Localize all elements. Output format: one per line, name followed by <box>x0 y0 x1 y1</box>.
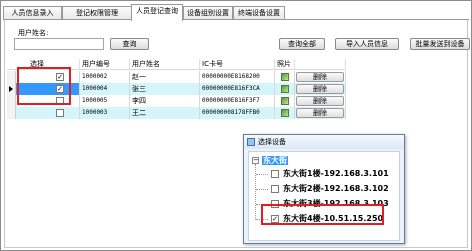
dialog-titlebar[interactable]: 选择设备 <box>244 135 404 149</box>
tab-device-groups[interactable]: 设备组别设置 <box>183 6 233 20</box>
device-tree: − 东大街 东大街1楼-192.168.3.101 东大街2楼-192.168.… <box>248 151 400 241</box>
user-id-cell: 1000004 <box>80 83 130 95</box>
delete-button[interactable]: 删除 <box>296 84 344 94</box>
tab-register-permissions[interactable]: 登记权限管理 <box>62 6 132 20</box>
photo-icon[interactable] <box>281 85 289 93</box>
device-checkbox[interactable] <box>271 170 279 178</box>
tree-connector <box>256 174 268 175</box>
tab-terminal-devices[interactable]: 终端设备设置 <box>233 6 285 20</box>
collapse-icon[interactable]: − <box>252 157 259 164</box>
delete-cell: 删除 <box>295 83 346 95</box>
tree-connector <box>255 164 256 220</box>
tree-root-node[interactable]: 东大街 <box>262 155 288 166</box>
user-id-cell: 1000003 <box>80 107 130 119</box>
user-id-cell: 1000005 <box>80 95 130 107</box>
tab-person-query[interactable]: 人员登记查询 <box>131 4 183 21</box>
row-header[interactable] <box>7 71 16 83</box>
query-button[interactable]: 查询 <box>110 38 149 50</box>
table-row[interactable]: 1000003 王二 000000008178FFB0 删除 <box>7 107 346 119</box>
highlight-box <box>261 204 384 225</box>
highlight-box <box>17 67 71 105</box>
user-name-input[interactable] <box>14 38 104 50</box>
window-icon <box>247 138 255 146</box>
batch-send-button[interactable]: 批量发送到设备 <box>410 38 470 50</box>
tab-strip: 人员信息录入 登记权限管理 人员登记查询 设备组别设置 终端设备设置 <box>3 4 469 21</box>
select-cell <box>16 107 80 119</box>
user-name-label: 用户姓名: <box>18 29 49 37</box>
select-device-dialog: 选择设备 − 东大街 东大街1楼-192.168.3.101 东大街2楼-192… <box>243 134 405 244</box>
row-header[interactable] <box>7 83 16 95</box>
query-all-button[interactable]: 查询全部 <box>279 38 325 50</box>
col-action <box>295 59 346 69</box>
col-ic-card: IC卡号 <box>200 59 275 69</box>
user-name-cell: 张三 <box>130 83 200 95</box>
col-user-name: 用户姓名 <box>130 59 200 69</box>
device-checkbox[interactable] <box>271 185 279 193</box>
delete-button[interactable]: 删除 <box>296 72 344 82</box>
col-user-id: 用户编号 <box>80 59 130 69</box>
tree-device-node[interactable]: 东大街1楼-192.168.3.101 <box>283 168 389 179</box>
delete-cell: 删除 <box>295 95 346 107</box>
col-photo: 照片 <box>275 59 295 69</box>
row-header[interactable] <box>7 107 16 119</box>
tree-device-node[interactable]: 东大街2楼-192.168.3.102 <box>283 183 389 194</box>
ic-card-cell: 00000000E816F3CA <box>200 83 275 95</box>
photo-cell <box>275 95 295 107</box>
ic-card-cell: 000000008178FFB0 <box>200 107 275 119</box>
ic-card-cell: 00000000E8168200 <box>200 71 275 83</box>
delete-cell: 删除 <box>295 107 346 119</box>
user-id-cell: 1000002 <box>80 71 130 83</box>
delete-cell: 删除 <box>295 71 346 83</box>
row-checkbox[interactable] <box>56 109 64 117</box>
ic-card-cell: 00000000E816F3F7 <box>200 95 275 107</box>
photo-icon[interactable] <box>281 97 289 105</box>
delete-button[interactable]: 删除 <box>296 96 344 106</box>
user-name-cell: 赵一 <box>130 71 200 83</box>
photo-cell <box>275 107 295 119</box>
photo-cell <box>275 71 295 83</box>
dialog-title: 选择设备 <box>258 138 286 146</box>
photo-icon[interactable] <box>281 109 289 117</box>
user-name-cell: 王二 <box>130 107 200 119</box>
delete-button[interactable]: 删除 <box>296 108 344 118</box>
tab-person-entry[interactable]: 人员信息录入 <box>3 6 62 20</box>
import-person-button[interactable]: 导入人员信息 <box>335 38 399 50</box>
photo-icon[interactable] <box>281 73 289 81</box>
current-row-arrow-icon <box>9 86 13 92</box>
tree-connector <box>256 189 268 190</box>
photo-cell <box>275 83 295 95</box>
user-name-cell: 李四 <box>130 95 200 107</box>
main-window: 人员信息录入 登记权限管理 人员登记查询 设备组别设置 终端设备设置 用户姓名:… <box>0 0 472 251</box>
row-header[interactable] <box>7 95 16 107</box>
